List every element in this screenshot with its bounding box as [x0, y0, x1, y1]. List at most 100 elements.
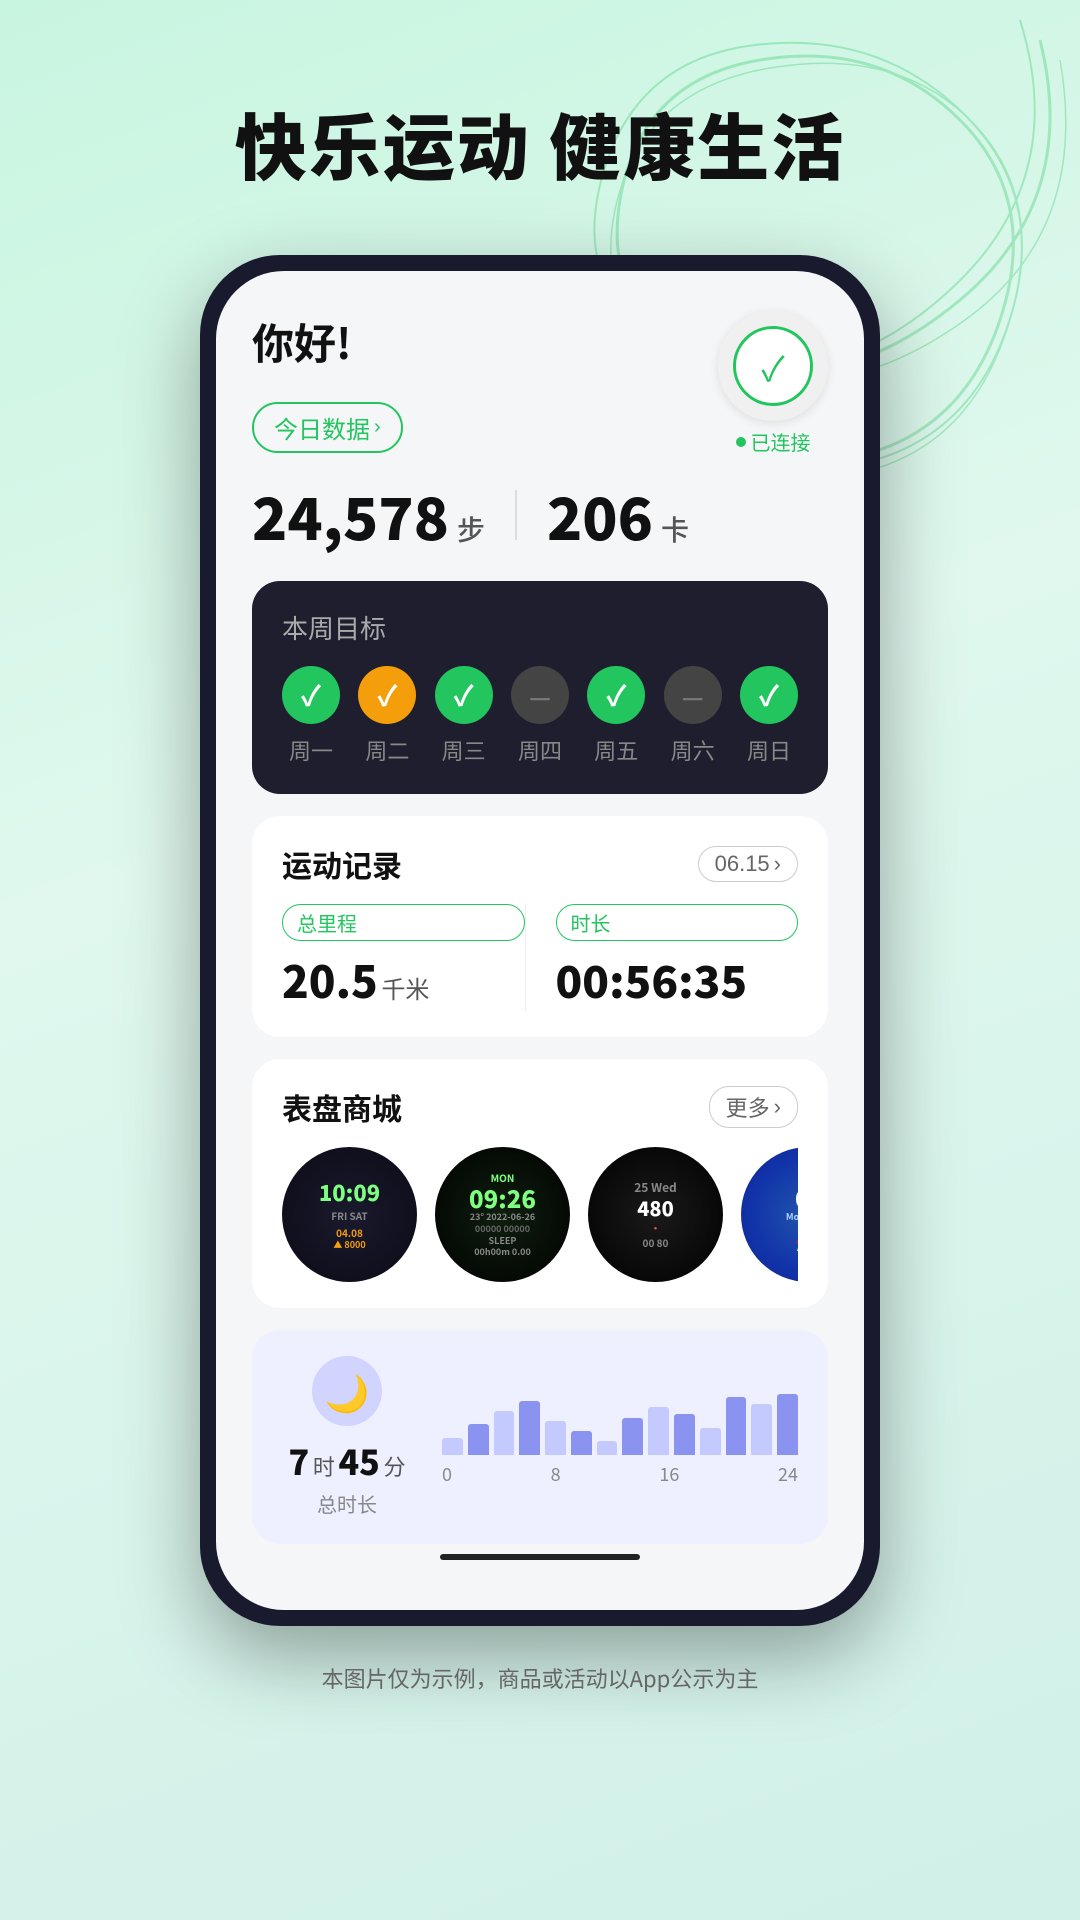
day-label-thu: 周四 [518, 734, 562, 766]
watch-check-icon: ✓ [761, 342, 784, 391]
calories-unit: 卡 [661, 509, 689, 549]
day-circle-thu: — [511, 666, 569, 724]
chart-label-0: 0 [442, 1461, 452, 1487]
bar-14 [777, 1394, 798, 1455]
phone-screen: 你好! 今日数据 › ✓ 已连接 [216, 271, 864, 1610]
more-label: 更多 [726, 1091, 770, 1123]
watch-face-1[interactable]: 10:09 FRI SAT 04.08 ▲ 8000 [282, 1147, 417, 1282]
bar-4 [519, 1401, 540, 1455]
watch-face-4[interactable]: 10 08 Mon 06.26 🚀 [741, 1147, 798, 1282]
connected-status: 已连接 [736, 427, 811, 456]
duration-value-row: 00:56:35 [556, 947, 799, 1011]
calories-value: 206 [547, 473, 653, 557]
chevron-right-icon-2: › [774, 851, 781, 877]
home-indicator [440, 1554, 640, 1560]
connected-dot [736, 437, 746, 447]
day-circle-wed: ✓ [435, 666, 493, 724]
bar-3 [494, 1411, 515, 1455]
chart-labels: 0 8 16 24 [442, 1461, 798, 1487]
bar-7 [597, 1441, 618, 1455]
day-label-mon: 周一 [289, 734, 333, 766]
day-circle-sun: ✓ [740, 666, 798, 724]
sleep-hours: 7 [289, 1436, 310, 1485]
distance-unit: 千米 [381, 970, 429, 1005]
sleep-card: 🌙 7 时 45 分 总时长 [252, 1330, 828, 1544]
today-data-button[interactable]: 今日数据 › [252, 402, 403, 453]
bar-2 [468, 1424, 489, 1455]
steps-stat: 24,578 步 [252, 473, 485, 557]
weekly-goal-card: 本周目标 ✓ 周一 ✓ 周二 ✓ 周三 [252, 581, 828, 794]
day-label-fri: 周五 [594, 734, 638, 766]
store-title: 表盘商城 [282, 1085, 402, 1129]
record-stats: 总里程 20.5 千米 时长 00:56:35 [282, 904, 798, 1011]
bar-12 [726, 1397, 747, 1455]
greeting-text: 你好! [252, 311, 403, 372]
sleep-icon: 🌙 [312, 1356, 382, 1426]
wf3-content: 25 Wed 480 • 00 80 [630, 1176, 681, 1254]
today-data-label: 今日数据 [274, 410, 370, 445]
steps-value: 24,578 [252, 473, 449, 557]
record-card-header: 运动记录 06.15 › [282, 842, 798, 886]
exercise-record-card: 运动记录 06.15 › 总里程 20.5 千米 [252, 816, 828, 1037]
store-card-header: 表盘商城 更多 › [282, 1085, 798, 1129]
distance-value: 20.5 [282, 947, 378, 1011]
watch-inner-circle: ✓ [733, 326, 813, 406]
store-more-button[interactable]: 更多 › [709, 1086, 798, 1128]
wf4-content: 10 08 Mon 06.26 🚀 [782, 1172, 798, 1258]
phone-shell: 你好! 今日数据 › ✓ 已连接 [200, 255, 880, 1626]
day-label-sat: 周六 [671, 734, 715, 766]
day-item-tue: ✓ 周二 [358, 666, 416, 766]
distance-label: 总里程 [282, 904, 525, 941]
sleep-minutes: 45 [338, 1436, 379, 1485]
duration-label: 时长 [556, 904, 799, 941]
day-circle-tue: ✓ [358, 666, 416, 724]
record-date-button[interactable]: 06.15 › [698, 846, 798, 882]
day-label-tue: 周二 [365, 734, 409, 766]
day-label-wed: 周三 [442, 734, 486, 766]
duration-stat: 时长 00:56:35 [525, 904, 799, 1011]
day-circle-sat: — [664, 666, 722, 724]
watch-circle: ✓ [718, 311, 828, 421]
day-circle-fri: ✓ [587, 666, 645, 724]
header-row: 你好! 今日数据 › ✓ 已连接 [252, 311, 828, 469]
disclaimer-text: 本图片仅为示例，商品或活动以App公示为主 [322, 1662, 759, 1694]
weekly-goal-title: 本周目标 [282, 609, 798, 646]
distance-stat: 总里程 20.5 千米 [282, 904, 525, 1011]
day-item-wed: ✓ 周三 [435, 666, 493, 766]
wf2-content: MON 09:26 23° 2022-06-26 00000 00000 SLE… [465, 1167, 540, 1262]
sleep-chart: 0 8 16 24 [442, 1387, 798, 1487]
chart-label-16: 16 [659, 1461, 679, 1487]
duration-value: 00:56:35 [556, 947, 748, 1011]
day-item-sun: ✓ 周日 [740, 666, 798, 766]
sleep-info: 🌙 7 时 45 分 总时长 [282, 1356, 412, 1518]
bar-6 [571, 1431, 592, 1455]
screen-inner: 你好! 今日数据 › ✓ 已连接 [216, 271, 864, 1610]
sleep-hours-unit: 时 [313, 1450, 335, 1482]
chevron-right-icon: › [374, 416, 381, 439]
app-headline: 快乐运动 健康生活 [235, 90, 846, 195]
bar-5 [545, 1421, 566, 1455]
day-item-sat: — 周六 [664, 666, 722, 766]
day-item-thu: — 周四 [511, 666, 569, 766]
distance-value-row: 20.5 千米 [282, 947, 525, 1011]
chart-label-8: 8 [551, 1461, 561, 1487]
left-header: 你好! 今日数据 › [252, 311, 403, 469]
calories-stat: 206 卡 [547, 473, 689, 557]
days-row: ✓ 周一 ✓ 周二 ✓ 周三 — [282, 666, 798, 766]
record-title: 运动记录 [282, 842, 402, 886]
bar-10 [674, 1414, 695, 1455]
sleep-duration: 7 时 45 分 [289, 1436, 406, 1485]
watch-faces-row: 10:09 FRI SAT 04.08 ▲ 8000 MON 09:26 23°… [282, 1147, 798, 1282]
watch-face-2[interactable]: MON 09:26 23° 2022-06-26 00000 00000 SLE… [435, 1147, 570, 1282]
sleep-minutes-unit: 分 [383, 1450, 405, 1482]
bar-1 [442, 1438, 463, 1455]
record-date-text: 06.15 [715, 851, 770, 877]
day-circle-mon: ✓ [282, 666, 340, 724]
bar-9 [648, 1407, 669, 1455]
day-label-sun: 周日 [747, 734, 791, 766]
day-item-fri: ✓ 周五 [587, 666, 645, 766]
watch-store-card: 表盘商城 更多 › 10:09 FRI SAT 04.08 ▲ 8000 [252, 1059, 828, 1308]
chevron-right-icon-3: › [774, 1094, 781, 1120]
connected-text: 已连接 [751, 427, 811, 456]
watch-face-3[interactable]: 25 Wed 480 • 00 80 [588, 1147, 723, 1282]
